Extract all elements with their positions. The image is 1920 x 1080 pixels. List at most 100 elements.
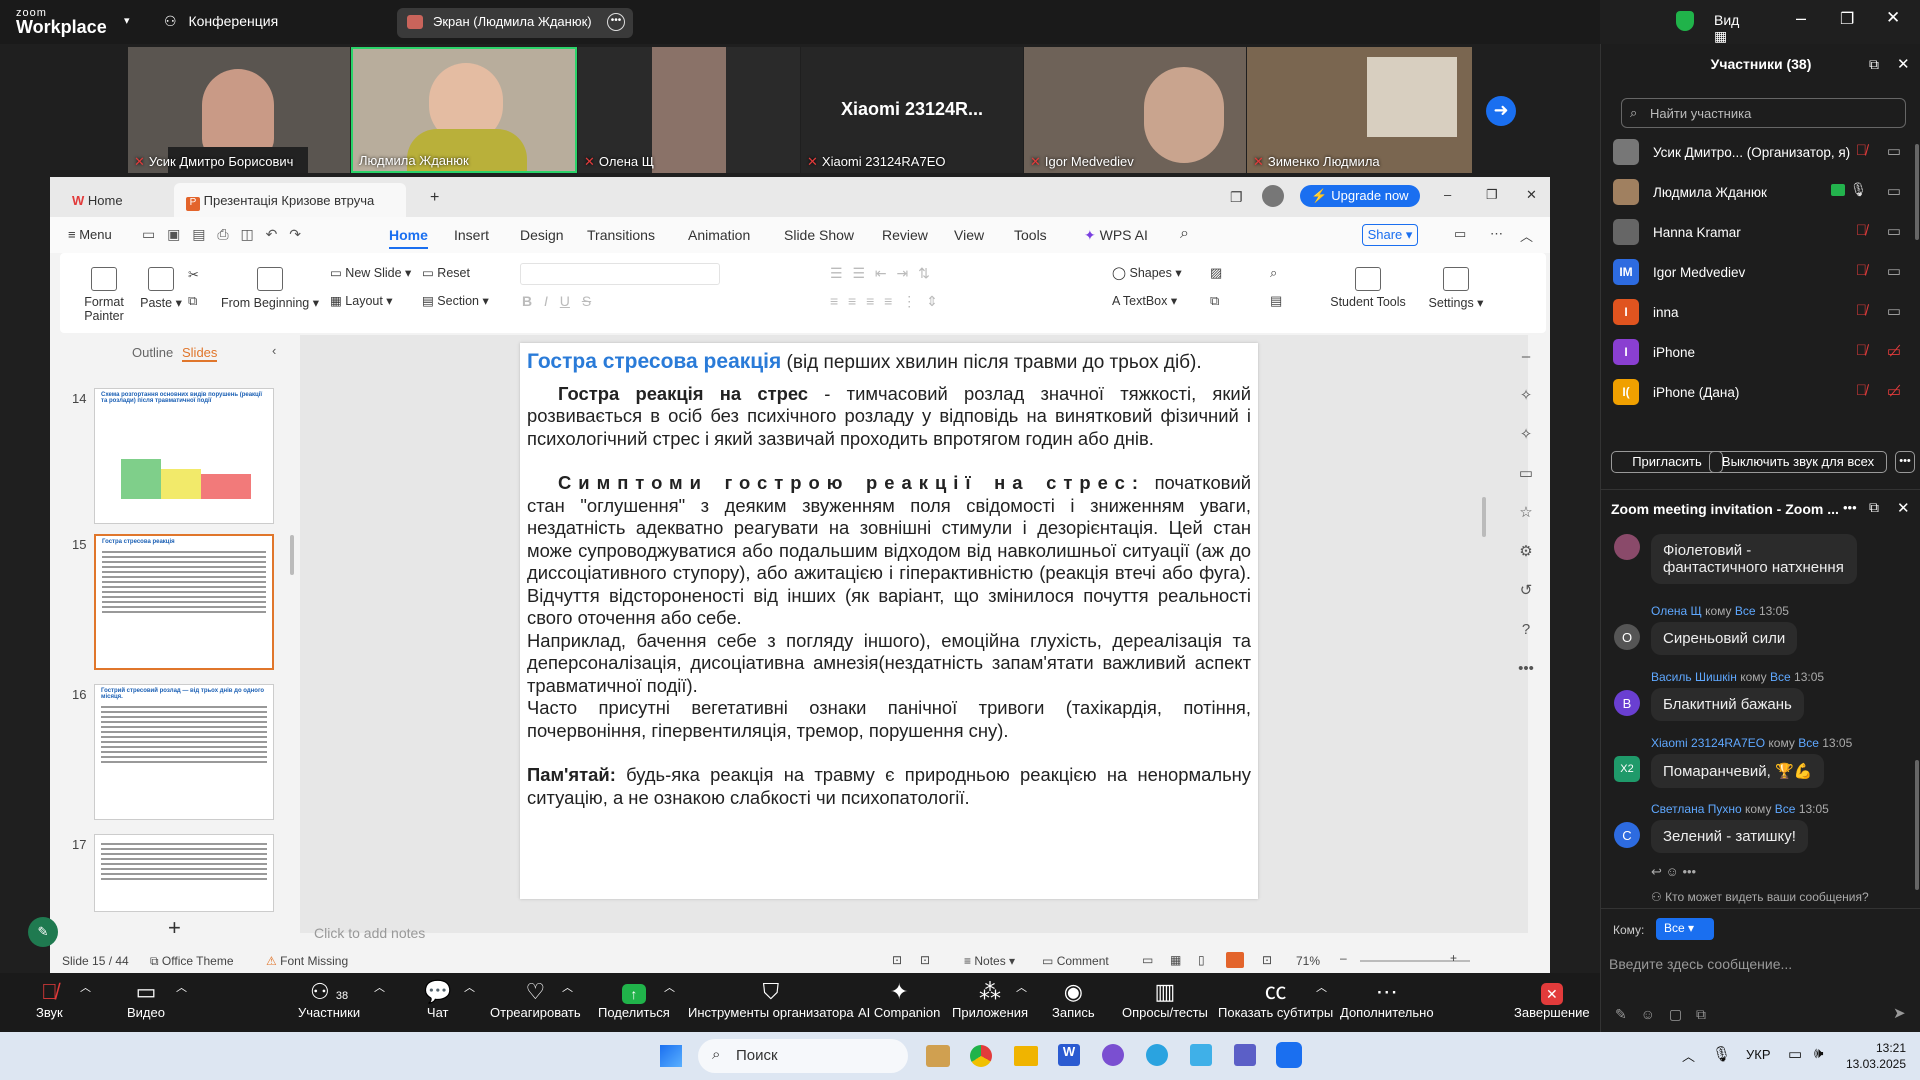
tab-home-ribbon[interactable]: Home — [389, 227, 428, 249]
app-icon[interactable] — [1190, 1044, 1212, 1066]
more-icon[interactable]: ••• — [1895, 451, 1915, 473]
clock[interactable]: 13:21 13.03.2025 — [1840, 1040, 1906, 1072]
tab-animation[interactable]: Animation — [688, 227, 750, 243]
more-button[interactable]: ⋯ Дополнительно — [1340, 979, 1434, 1020]
reset-button[interactable]: ▭ Reset — [422, 265, 470, 280]
zoom-level[interactable]: 71% — [1296, 954, 1320, 968]
participants-scrollbar[interactable] — [1915, 144, 1919, 240]
maximize-icon[interactable]: ❐ — [1486, 187, 1498, 203]
play-slideshow-icon[interactable] — [1226, 952, 1244, 968]
close-panel-icon[interactable]: ✕ — [1897, 55, 1910, 73]
viber-icon[interactable] — [1102, 1044, 1124, 1066]
participant-row[interactable]: I(iPhone (Дана) 🎙̸ ▭̸ — [1613, 374, 1903, 410]
pane-scrollbar[interactable] — [290, 535, 294, 575]
transition-icon[interactable]: ✧ — [1512, 415, 1540, 454]
tab-design[interactable]: Design — [520, 227, 564, 243]
arrange-icon[interactable]: ⧉ — [1210, 293, 1219, 309]
from-beginning-button[interactable]: From Beginning ▾ — [220, 267, 320, 310]
slide-paragraph[interactable]: Гостра реакція на стрес - тимчасовий роз… — [527, 383, 1251, 451]
tab-home[interactable]: W Home — [60, 183, 135, 217]
textbox-button[interactable]: A TextBox ▾ — [1112, 293, 1177, 308]
tab-document[interactable]: P Презентація Кризове втруча — [174, 183, 406, 217]
participant-row[interactable]: Hanna Kramar 🎙̸ ▭ — [1613, 214, 1903, 250]
end-meeting-button[interactable]: ✕ Завершение — [1514, 979, 1590, 1020]
reading-view-icon[interactable]: ▯ — [1198, 953, 1205, 967]
open-icon[interactable]: ▭ — [142, 226, 155, 242]
window-icon[interactable]: ❐ — [1230, 189, 1243, 206]
format-painter-button[interactable]: Format Painter — [74, 267, 134, 323]
slide-thumbnail-17[interactable] — [94, 834, 274, 912]
export-icon[interactable]: ⊡ — [920, 953, 930, 967]
underline-icon[interactable]: U — [560, 293, 570, 309]
slide-title[interactable]: Гостра стресова реакція (від перших хвил… — [527, 350, 1251, 375]
popout-icon[interactable]: ⧉ — [1869, 499, 1879, 516]
slide-paragraph[interactable]: Симптоми гострою реакції на стрес: почат… — [527, 472, 1251, 630]
chat-scrollbar[interactable] — [1915, 760, 1919, 890]
slides-icon[interactable]: ▭ — [1512, 454, 1540, 493]
chevron-up-icon[interactable]: ︿ — [664, 979, 675, 995]
history-icon[interactable]: ↺ — [1512, 571, 1540, 610]
canvas-scrollbar[interactable] — [1482, 337, 1486, 917]
language-indicator[interactable]: УКР — [1746, 1047, 1771, 1062]
animation-icon[interactable]: ✧ — [1512, 376, 1540, 415]
more-icon[interactable]: ••• — [1682, 864, 1696, 879]
chevron-up-icon[interactable]: ︿ — [374, 979, 385, 995]
audio-button[interactable]: 🎙̸ Звук — [36, 979, 63, 1020]
comment-button[interactable]: ▭ Comment — [1042, 954, 1109, 968]
camera-off-icon[interactable]: ▭̸ — [1887, 342, 1901, 360]
mic-muted-icon[interactable]: 🎙̸ — [1856, 262, 1867, 279]
menu-button[interactable]: ≡ Menu — [68, 227, 112, 242]
chevron-up-icon[interactable]: ︿ — [1016, 979, 1027, 995]
video-tile[interactable]: ✕ Igor Medvediev — [1024, 47, 1246, 173]
select-icon[interactable]: ▤ — [1270, 293, 1282, 309]
zoom-in-icon[interactable]: + — [1450, 951, 1457, 965]
popout-icon[interactable]: ⧉ — [1869, 56, 1879, 73]
avatar[interactable] — [1262, 185, 1284, 207]
comment-icon[interactable]: ▭ — [1454, 226, 1466, 242]
strike-icon[interactable]: S — [582, 293, 591, 309]
mic-muted-icon[interactable]: 🎙̸ — [1856, 382, 1867, 399]
participant-row[interactable]: IM Igor Medvediev 🎙̸ ▭ — [1613, 254, 1903, 290]
save-icon[interactable]: ▣ — [167, 226, 180, 242]
copy-icon[interactable]: ⧉ — [188, 293, 197, 309]
chevron-up-icon[interactable]: ︿ — [1316, 979, 1327, 995]
export-icon[interactable]: ▤ — [192, 226, 205, 242]
notes-button[interactable]: ≡ Notes ▾ — [964, 954, 1015, 968]
more-icon[interactable]: ••• — [1843, 500, 1857, 515]
polls-button[interactable]: ▥ Опросы/тесты — [1122, 979, 1208, 1020]
add-slide-icon[interactable]: + — [168, 915, 181, 941]
minimize-icon[interactable]: – — [1444, 187, 1451, 202]
cut-icon[interactable]: ✂ — [188, 267, 199, 283]
volume-icon[interactable]: 🕪 — [1814, 1045, 1823, 1062]
student-tools-button[interactable]: Student Tools — [1330, 267, 1406, 309]
telegram-icon[interactable] — [1146, 1044, 1168, 1066]
teams-icon[interactable] — [1234, 1044, 1256, 1066]
theme-label[interactable]: ⧉ Office Theme — [150, 954, 234, 969]
tab-slide-show[interactable]: Slide Show — [784, 227, 854, 243]
chat-button[interactable]: 💬 Чат — [424, 979, 451, 1020]
normal-view-icon[interactable]: ▭ — [1142, 953, 1153, 967]
camera-icon[interactable]: ▭ — [1887, 262, 1901, 280]
tab-view[interactable]: View — [954, 227, 984, 243]
font-family-select[interactable] — [520, 263, 720, 285]
participant-row[interactable]: IiPhone 🎙̸ ▭̸ — [1613, 334, 1903, 370]
who-can-see-link[interactable]: ⚇ Кто может видеть ваши сообщения? — [1651, 890, 1869, 904]
video-tile[interactable]: ✕ Олена Щ — [578, 47, 800, 173]
more-icon[interactable]: ••• — [1512, 649, 1540, 688]
file-icon[interactable]: ▢ — [1669, 1006, 1682, 1022]
video-button[interactable]: ▭ Видео — [127, 979, 165, 1020]
notes-input[interactable]: Click to add notes — [314, 925, 425, 941]
zoom-app-icon[interactable] — [1276, 1042, 1302, 1068]
collapse-ribbon-icon[interactable]: ︿ — [1520, 226, 1533, 245]
tune-icon[interactable]: ⚙ — [1512, 532, 1540, 571]
mic-muted-icon[interactable]: 🎙̸ — [1856, 302, 1867, 319]
fit-icon[interactable]: ⊡ — [1262, 953, 1272, 967]
mic-icon[interactable]: 🎙 — [1850, 182, 1867, 198]
close-chat-icon[interactable]: ✕ — [1897, 499, 1910, 517]
more-options-icon[interactable]: ••• — [607, 13, 625, 31]
slide-paragraph[interactable]: Часто присутні вегетативні ознаки панічн… — [527, 697, 1251, 742]
close-icon[interactable]: ✕ — [1526, 187, 1537, 203]
italic-icon[interactable]: I — [544, 293, 548, 309]
emoji-icon[interactable]: ☺ — [1641, 1006, 1655, 1022]
sorter-view-icon[interactable]: ▦ — [1170, 953, 1181, 967]
